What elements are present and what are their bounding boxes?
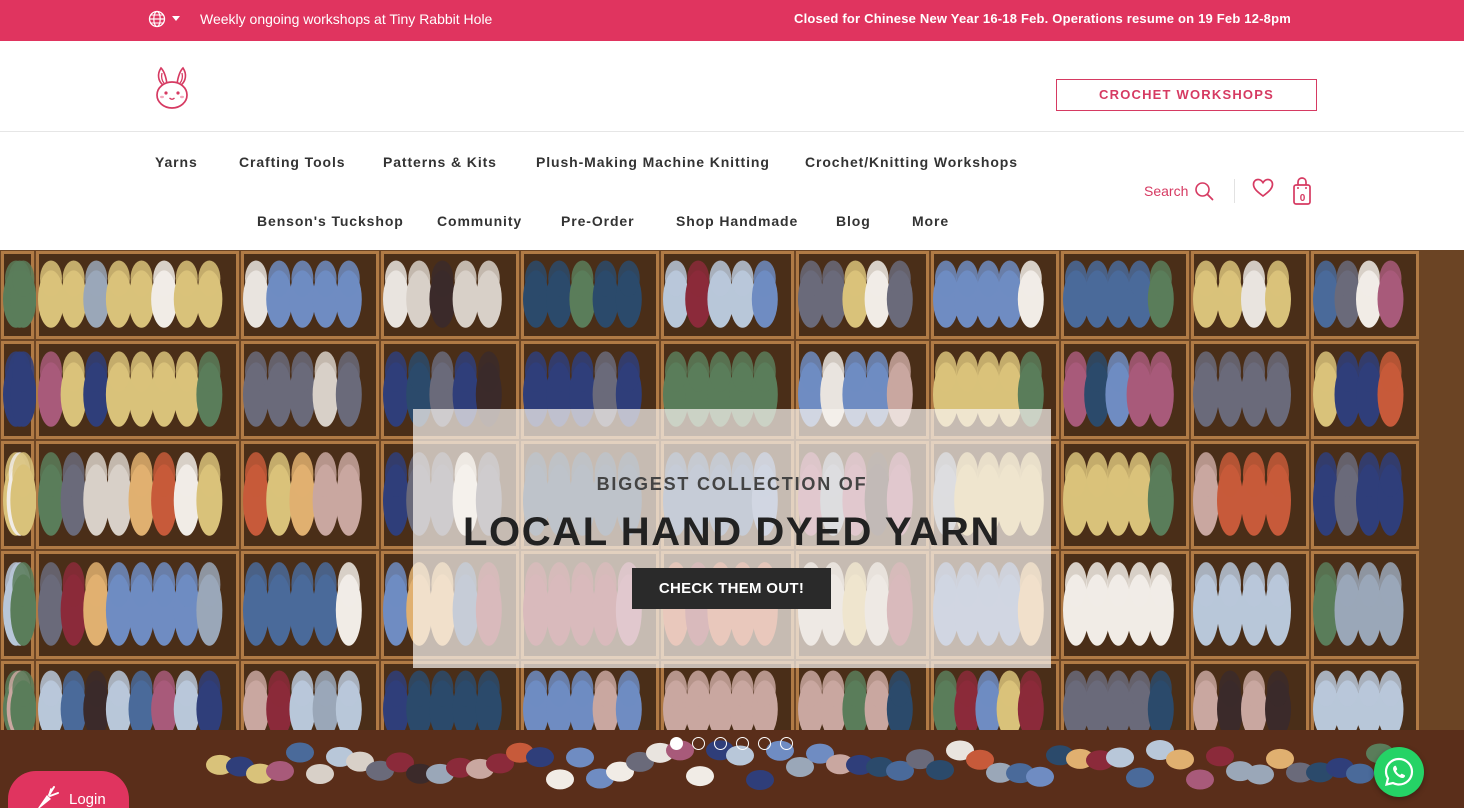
- slider-dot[interactable]: [780, 737, 793, 750]
- slider-dot[interactable]: [736, 737, 749, 750]
- nav-item-pre-order[interactable]: Pre-Order: [561, 213, 634, 229]
- site-header: CROCHET WORKSHOPS: [0, 41, 1464, 132]
- globe-icon[interactable]: [148, 10, 166, 28]
- login-label: Login: [69, 791, 106, 808]
- nav-item-community[interactable]: Community: [437, 213, 522, 229]
- hero-title: LOCAL HAND DYED YARN: [463, 510, 1001, 554]
- search-label: Search: [1144, 183, 1189, 199]
- main-nav: Yarns Crafting Tools Patterns & Kits Plu…: [0, 132, 1464, 250]
- check-them-out-button[interactable]: CHECK THEM OUT!: [632, 568, 831, 609]
- whatsapp-button[interactable]: [1374, 747, 1424, 797]
- bunny-logo[interactable]: [152, 64, 192, 110]
- whatsapp-icon: [1384, 757, 1414, 786]
- announcement-right: Closed for Chinese New Year 16-18 Feb. O…: [794, 11, 1291, 26]
- nav-item-shop-handmade[interactable]: Shop Handmade: [676, 213, 798, 229]
- slider-dot[interactable]: [714, 737, 727, 750]
- search-icon: [1195, 182, 1214, 201]
- nav-item-plush-making[interactable]: Plush-Making Machine Knitting: [536, 154, 770, 170]
- search-button[interactable]: Search: [1144, 180, 1214, 202]
- slider-dot[interactable]: [670, 737, 683, 750]
- hero-banner: BIGGEST COLLECTION OF LOCAL HAND DYED YA…: [0, 250, 1464, 808]
- hero-subtitle: BIGGEST COLLECTION OF: [596, 474, 868, 494]
- crochet-workshops-button[interactable]: CROCHET WORKSHOPS: [1056, 79, 1317, 111]
- carrot-icon: [38, 786, 59, 808]
- nav-item-workshops[interactable]: Crochet/Knitting Workshops: [805, 154, 1018, 170]
- nav-item-patterns-kits[interactable]: Patterns & Kits: [383, 154, 497, 170]
- nav-item-bensons-tuckshop[interactable]: Benson's Tuckshop: [257, 213, 404, 229]
- announcement-left[interactable]: Weekly ongoing workshops at Tiny Rabbit …: [200, 11, 492, 27]
- nav-item-yarns[interactable]: Yarns: [155, 154, 198, 170]
- slider-dot[interactable]: [692, 737, 705, 750]
- nav-item-more[interactable]: More: [912, 213, 949, 229]
- cart-count: 0: [1299, 193, 1306, 204]
- nav-item-crafting-tools[interactable]: Crafting Tools: [239, 154, 345, 170]
- login-button[interactable]: Login: [8, 771, 129, 808]
- heart-icon[interactable]: [1252, 178, 1274, 198]
- announcement-bar: Weekly ongoing workshops at Tiny Rabbit …: [0, 0, 1464, 41]
- slider-dots: [670, 737, 802, 750]
- chevron-down-icon[interactable]: [172, 16, 180, 21]
- nav-divider: [1234, 179, 1235, 203]
- nav-item-blog[interactable]: Blog: [836, 213, 871, 229]
- slider-dot[interactable]: [758, 737, 771, 750]
